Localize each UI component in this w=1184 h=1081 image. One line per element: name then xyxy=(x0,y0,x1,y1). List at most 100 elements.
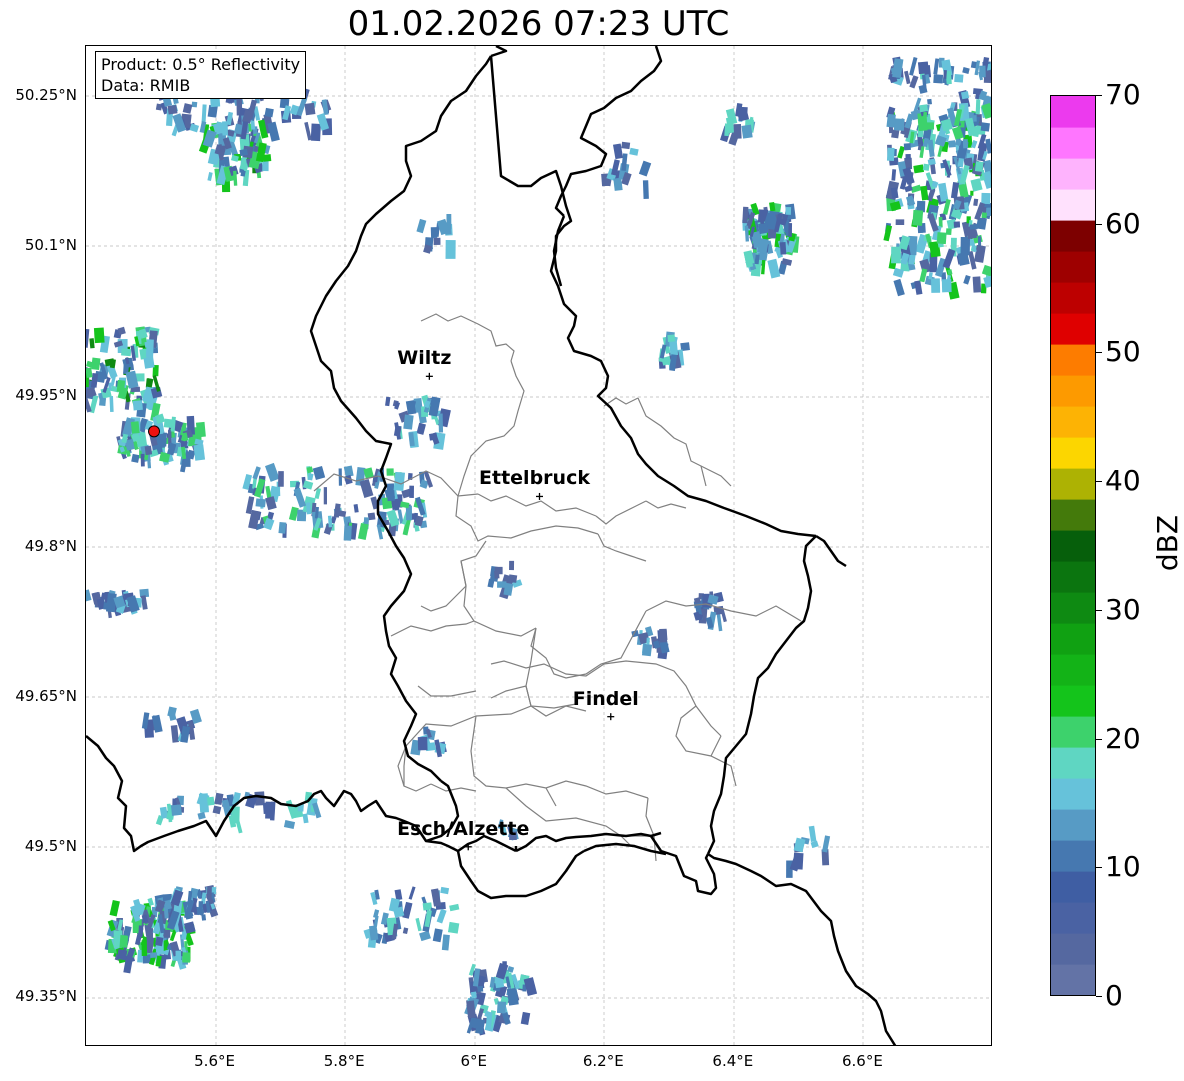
echo-pixel xyxy=(195,421,206,438)
echo-pixel xyxy=(954,74,964,83)
echo-pixel xyxy=(357,522,369,540)
echo-pixel xyxy=(99,397,107,406)
echo-pixel xyxy=(143,356,155,369)
echo-pixel xyxy=(198,901,204,912)
map-title: 01.02.2026 07:23 UTC xyxy=(347,4,730,44)
echo-pixel xyxy=(430,227,438,239)
echo-pixel xyxy=(170,804,182,816)
colorbar-tick-label: 50 xyxy=(1105,335,1141,369)
echo-pixel xyxy=(167,104,178,115)
echo-pixel xyxy=(206,796,215,806)
echo-pixel xyxy=(909,56,918,76)
product-label: Product: 0.5° Reflectivity xyxy=(101,55,301,74)
colorbar-swatch xyxy=(1051,220,1095,252)
echo-pixel xyxy=(408,886,416,900)
echo-pixel xyxy=(785,206,792,215)
colorbar-swatch xyxy=(1051,933,1095,965)
colorbar-swatch xyxy=(1051,313,1095,345)
echo-pixel xyxy=(409,485,414,498)
colorbar-swatch xyxy=(1051,716,1095,748)
echo-pixel xyxy=(905,153,911,160)
echo-pixel xyxy=(758,222,769,235)
lon-tick-label: 5.8°E xyxy=(323,1052,365,1070)
echo-pixel xyxy=(343,465,354,478)
echo-pixel xyxy=(886,113,896,128)
echo-pixel xyxy=(93,327,105,344)
echo-pixel xyxy=(155,936,164,947)
echo-pixel xyxy=(938,217,943,228)
echo-pixel xyxy=(477,985,484,992)
echo-pixel xyxy=(343,525,352,541)
colorbar-swatch xyxy=(1051,871,1095,903)
echo-pixel xyxy=(742,206,749,224)
echo-pixel xyxy=(312,465,326,480)
lat-tick-label: 50.1°N xyxy=(24,236,77,255)
echo-pixel xyxy=(808,825,817,842)
echo-pixel xyxy=(893,278,905,297)
echo-pixel xyxy=(933,74,944,84)
colorbar-tick-mark xyxy=(1096,609,1102,611)
echo-pixel xyxy=(193,444,206,461)
echo-pixel xyxy=(912,209,924,226)
echo-pixel xyxy=(444,225,452,235)
echo-pixel xyxy=(416,422,426,435)
echo-pixel xyxy=(904,113,914,129)
echo-pixel xyxy=(893,118,905,131)
echo-pixel xyxy=(779,241,787,255)
radar-map[interactable] xyxy=(85,45,992,1046)
echo-pixel xyxy=(441,934,450,951)
echo-pixel xyxy=(621,141,631,150)
colorbar-swatches xyxy=(1051,96,1095,995)
colorbar-tick-mark xyxy=(1096,95,1102,96)
colorbar-swatch xyxy=(1051,158,1095,190)
echo-pixel xyxy=(264,107,274,118)
echo-pixel xyxy=(886,147,895,161)
colorbar-swatch xyxy=(1051,964,1095,995)
lon-tick-label: 6.2°E xyxy=(582,1052,624,1070)
lat-tick-label: 49.65°N xyxy=(15,686,77,705)
echo-pixel xyxy=(980,122,990,132)
echo-pixel xyxy=(891,169,897,181)
colorbar-swatch xyxy=(1051,902,1095,934)
lat-tick-label: 49.95°N xyxy=(15,386,77,405)
colorbar-tick-mark xyxy=(1096,867,1102,869)
city-marker xyxy=(536,492,543,500)
echo-pixel xyxy=(432,928,443,943)
echo-pixel xyxy=(182,103,193,114)
echo-pixel xyxy=(981,264,991,277)
echo-pixel xyxy=(487,578,495,588)
colorbar-tick-label: 30 xyxy=(1105,592,1141,626)
colorbar-swatch xyxy=(1051,623,1095,655)
radar-echoes xyxy=(86,56,991,1036)
echo-pixel xyxy=(278,521,287,534)
colorbar-swatch xyxy=(1051,809,1095,841)
data-source-label: Data: RMIB xyxy=(101,76,191,95)
echo-pixel xyxy=(132,400,143,411)
colorbar-swatch xyxy=(1051,251,1095,283)
echo-pixel xyxy=(960,236,971,256)
colorbar-swatch xyxy=(1051,96,1095,128)
echo-pixel xyxy=(909,75,919,89)
echo-pixel xyxy=(140,595,148,610)
echo-pixel xyxy=(130,421,140,434)
echo-pixel xyxy=(953,221,961,228)
echo-pixel xyxy=(822,835,831,853)
echo-pixel xyxy=(962,67,970,74)
echo-pixel xyxy=(419,930,431,942)
echo-pixel xyxy=(283,820,296,830)
echo-pixel xyxy=(506,987,519,1006)
colorbar-tick-mark xyxy=(1096,352,1102,354)
echo-pixel xyxy=(191,101,198,108)
echo-pixel xyxy=(116,949,128,961)
lon-tick-label: 5.6°E xyxy=(194,1052,235,1070)
city-marker xyxy=(425,372,433,380)
echo-pixel xyxy=(131,453,140,463)
echo-pixel xyxy=(981,192,991,205)
colorbar-tick-label: 60 xyxy=(1105,206,1141,240)
colorbar-swatch xyxy=(1051,344,1095,376)
echo-pixel xyxy=(304,121,312,141)
colorbar-tick-mark xyxy=(1096,738,1102,740)
echo-pixel xyxy=(942,248,956,269)
echo-pixel xyxy=(353,503,359,513)
echo-pixel xyxy=(436,908,447,924)
